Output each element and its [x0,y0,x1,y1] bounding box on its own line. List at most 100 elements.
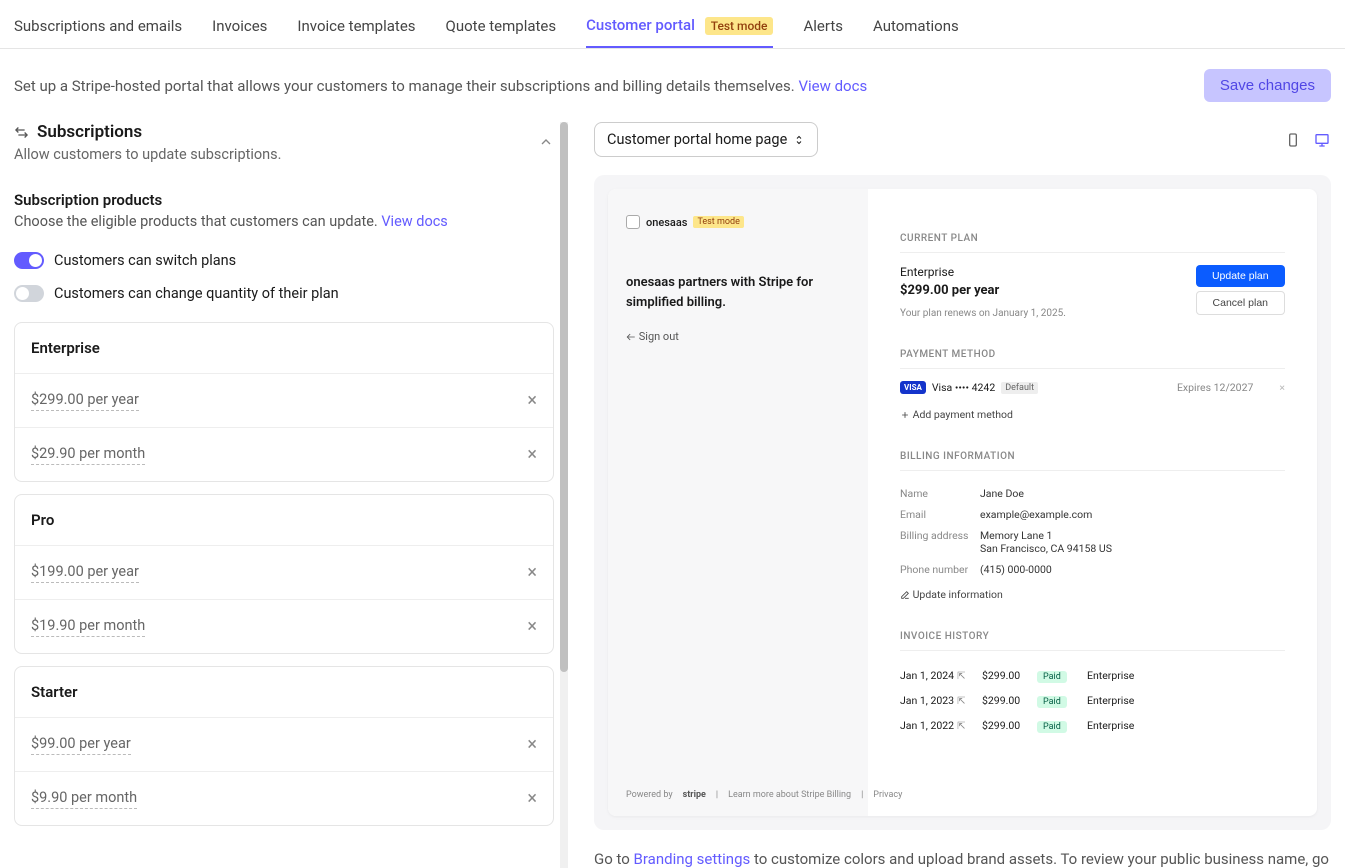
price-value: $99.00 per year [31,735,131,755]
tab-subscriptions-emails[interactable]: Subscriptions and emails [14,11,182,47]
description-text: Set up a Stripe-hosted portal that allow… [14,77,795,95]
billing-info-heading: BILLING INFORMATION [900,451,1285,471]
default-badge: Default [1001,382,1038,394]
price-value: $29.90 per month [31,445,145,465]
update-info-link[interactable]: Update information [900,588,1285,601]
remove-price-icon[interactable]: × [527,616,537,637]
section-title-text: Subscriptions [37,122,142,142]
device-desktop-icon[interactable] [1313,131,1331,147]
invoice-status-badge: Paid [1037,671,1067,683]
invoice-row[interactable]: Jan 1, 2023⇱$299.00Paid Enterprise [900,688,1285,713]
invoice-plan: Enterprise [1087,694,1134,707]
remove-price-icon[interactable]: × [527,390,537,411]
portal-tagline: onesaas partners with Stripe for simplif… [626,273,850,312]
toggle-change-quantity[interactable] [14,285,44,302]
section-title: Subscriptions [14,122,281,142]
invoice-status-badge: Paid [1037,696,1067,708]
stripe-logo-text: stripe [683,790,706,800]
subscription-products-title: Subscription products [14,191,554,209]
bi-name-value: Jane Doe [980,487,1024,500]
logo-icon [626,215,640,229]
external-link-icon: ⇱ [957,671,965,682]
tab-invoice-templates[interactable]: Invoice templates [297,11,415,47]
section-subtitle: Allow customers to update subscriptions. [14,146,281,163]
card-expiry: Expires 12/2027 [1177,381,1253,394]
invoice-row[interactable]: Jan 1, 2024⇱$299.00PaidEnterprise [900,663,1285,688]
price-value: $19.90 per month [31,617,145,637]
card-number: Visa •••• 4242 [932,381,995,394]
tab-customer-portal-label: Customer portal [586,16,695,34]
tab-invoices[interactable]: Invoices [212,11,267,47]
swap-icon [14,122,29,142]
plus-icon [900,410,910,420]
external-link-icon: ⇱ [957,696,965,707]
preview-selector-label: Customer portal home page [607,131,787,148]
footer-text: Go to Branding settings to customize col… [594,850,1331,868]
tab-bar: Subscriptions and emails Invoices Invoic… [0,0,1345,49]
price-row: $9.90 per month× [15,771,553,825]
scrollbar-thumb[interactable] [560,122,568,672]
sign-out-link[interactable]: Sign out [626,330,850,343]
product-card: Starter$99.00 per year×$9.90 per month× [14,666,554,826]
invoice-row[interactable]: Jan 1, 2022⇱$299.00PaidEnterprise [900,713,1285,738]
remove-price-icon[interactable]: × [527,788,537,809]
price-value: $199.00 per year [31,563,139,583]
plan-name: Enterprise [900,265,1066,279]
invoice-amount: $299.00 [982,694,1037,707]
tab-automations[interactable]: Automations [873,11,959,47]
visa-icon: VISA [900,381,926,394]
invoice-date: Jan 1, 2024⇱ [900,669,982,682]
invoice-plan: Enterprise [1087,669,1134,682]
preview-page-selector[interactable]: Customer portal home page [594,122,818,157]
price-row: $199.00 per year × [15,545,553,599]
invoice-status-badge: Paid [1037,721,1067,733]
device-mobile-icon[interactable] [1285,131,1301,147]
remove-card-icon[interactable]: × [1279,381,1285,394]
subscription-products-desc: Choose the eligible products that custom… [14,213,554,230]
payment-method-heading: PAYMENT METHOD [900,349,1285,369]
remove-price-icon[interactable]: × [527,444,537,465]
price-row: $299.00 per year × [15,373,553,427]
bi-email-label: Email [900,508,980,521]
tab-customer-portal[interactable]: Customer portal Test mode [586,10,773,48]
privacy-link[interactable]: Privacy [873,790,902,800]
plan-price: $299.00 per year [900,283,1066,298]
portal-test-badge: Test mode [693,216,743,228]
preview-frame: onesaas Test mode onesaas partners with … [594,175,1331,830]
invoice-date: Jan 1, 2023⇱ [900,694,982,707]
current-plan-heading: CURRENT PLAN [900,233,1285,253]
view-docs-link[interactable]: View docs [798,77,867,95]
edit-icon [900,590,910,600]
tab-quote-templates[interactable]: Quote templates [446,11,557,47]
collapse-icon[interactable] [538,122,554,150]
branding-settings-link[interactable]: Branding settings [634,850,751,868]
bi-email-value: example@example.com [980,508,1092,521]
add-payment-method-link[interactable]: Add payment method [900,408,1285,421]
scrollbar[interactable] [560,122,568,868]
bi-phone-value: (415) 000-0000 [980,563,1052,576]
logo-name: onesaas [646,216,687,229]
bi-address-value: Memory Lane 1San Francisco, CA 94158 US [980,529,1112,555]
price-row: $29.90 per month × [15,427,553,481]
test-mode-badge: Test mode [705,17,774,35]
selector-icon [793,134,805,146]
toggle-switch-plans[interactable] [14,252,44,269]
product-card: Pro$199.00 per year×$19.90 per month× [14,494,554,654]
toggle-switch-plans-label: Customers can switch plans [54,252,236,269]
price-value: $299.00 per year [31,391,139,411]
tab-alerts[interactable]: Alerts [803,11,843,47]
price-row: $99.00 per year × [15,717,553,771]
invoice-date: Jan 1, 2022⇱ [900,719,982,732]
external-link-icon: ⇱ [957,721,965,732]
bi-address-label: Billing address [900,529,980,555]
remove-price-icon[interactable]: × [527,562,537,583]
update-plan-button[interactable]: Update plan [1196,265,1285,287]
product-name: Enterprise [15,323,553,373]
cancel-plan-button[interactable]: Cancel plan [1196,291,1285,315]
product-card: Enterprise$299.00 per year×$29.90 per mo… [14,322,554,482]
save-changes-button[interactable]: Save changes [1204,69,1331,102]
powered-by-label: Powered by [626,790,673,800]
learn-more-link[interactable]: Learn more about Stripe Billing [728,790,851,800]
products-docs-link[interactable]: View docs [381,213,447,230]
remove-price-icon[interactable]: × [527,734,537,755]
